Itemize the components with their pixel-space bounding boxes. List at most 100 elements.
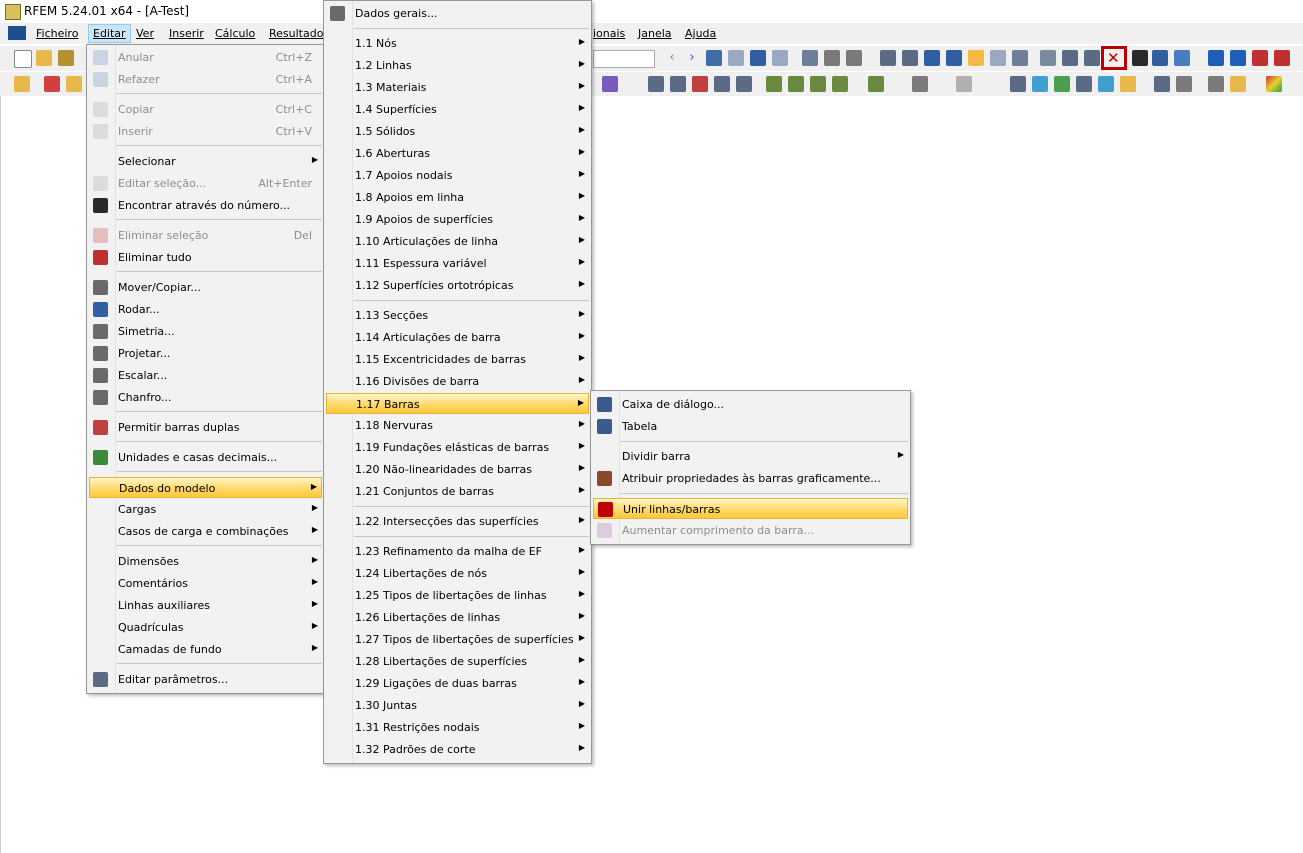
menu-item-1-16-divisoes-de-barra[interactable]: 1.16 Divisões de barra ▶ <box>326 371 589 392</box>
solid-view-icon[interactable] <box>1054 76 1070 92</box>
menu-item-cargas[interactable]: Cargas ▶ <box>89 499 322 520</box>
view-x-icon[interactable] <box>766 76 782 92</box>
menu-ajuda[interactable]: Ajuda <box>685 27 716 40</box>
axis-icon[interactable] <box>868 76 884 92</box>
menu-editar[interactable]: Editar <box>88 24 131 43</box>
section-icon[interactable] <box>956 76 972 92</box>
grid-icon[interactable] <box>846 50 862 66</box>
model-icon[interactable] <box>58 50 74 66</box>
frame-icon[interactable] <box>824 50 840 66</box>
menu-item-1-8-apoios-em-linha[interactable]: 1.8 Apoios em linha ▶ <box>326 187 589 208</box>
menu-item-atribuir-propriedades-as-barras-graficamente[interactable]: Atribuir propriedades às barras graficam… <box>593 468 908 489</box>
menu-item-1-9-apoios-de-superficies[interactable]: 1.9 Apoios de superfícies ▶ <box>326 209 589 230</box>
node-icon[interactable] <box>924 50 940 66</box>
line-icon[interactable] <box>946 50 962 66</box>
menu-item-1-32-padroes-de-corte[interactable]: 1.32 Padrões de corte ▶ <box>326 739 589 760</box>
menu-item-unidades-e-casas-decimais[interactable]: Unidades e casas decimais... <box>89 447 322 468</box>
color-scale-icon[interactable] <box>1266 76 1282 92</box>
table-view-icon[interactable] <box>1208 76 1224 92</box>
results-icon[interactable] <box>1208 50 1224 66</box>
menu-adicionais[interactable]: ionais <box>593 27 625 40</box>
menu-item-1-19-fundacoes-elasticas-de-barras[interactable]: 1.19 Fundações elásticas de barras ▶ <box>326 437 589 458</box>
move-copy-tool-icon[interactable] <box>1040 50 1056 66</box>
grid-view-icon[interactable] <box>1176 76 1192 92</box>
menu-item-1-2-linhas[interactable]: 1.2 Linhas ▶ <box>326 55 589 76</box>
menu-item-1-13-seccoes[interactable]: 1.13 Secções ▶ <box>326 305 589 326</box>
view-minus-x-icon[interactable] <box>832 76 848 92</box>
view-z-icon[interactable] <box>810 76 826 92</box>
menu-item-1-30-juntas[interactable]: 1.30 Juntas ▶ <box>326 695 589 716</box>
open-folder-icon[interactable] <box>36 50 52 66</box>
menu-item-rodar[interactable]: Rodar... <box>89 299 322 320</box>
menu-item-dados-do-modelo[interactable]: Dados do modelo ▶ <box>89 477 322 498</box>
menu-item-1-18-nervuras[interactable]: 1.18 Nervuras ▶ <box>326 415 589 436</box>
menu-item-dados-gerais[interactable]: Dados gerais... <box>326 3 589 24</box>
menu-item-escalar[interactable]: Escalar... <box>89 365 322 386</box>
menu-item-1-27-tipos-de-libertacoes-de-superficies[interactable]: 1.27 Tipos de libertações de superfícies… <box>326 629 589 650</box>
menu-item-comentarios[interactable]: Comentários ▶ <box>89 573 322 594</box>
polyline-insert-icon[interactable] <box>66 76 82 92</box>
eye-icon[interactable] <box>750 50 766 66</box>
measure-icon[interactable] <box>1098 76 1114 92</box>
menu-item-camadas-de-fundo[interactable]: Camadas de fundo ▶ <box>89 639 322 660</box>
solid-icon[interactable] <box>1012 50 1028 66</box>
divide-icon[interactable] <box>1132 50 1148 66</box>
menu-item-1-7-apoios-nodais[interactable]: 1.7 Apoios nodais ▶ <box>326 165 589 186</box>
report-icon[interactable] <box>1274 50 1290 66</box>
zoom-window-icon[interactable] <box>692 76 708 92</box>
render-icon[interactable] <box>802 50 818 66</box>
menu-item-chanfro[interactable]: Chanfro... <box>89 387 322 408</box>
dimension-icon[interactable] <box>1010 76 1026 92</box>
menu-calculo[interactable]: Cálculo <box>215 27 255 40</box>
select-icon[interactable] <box>902 50 918 66</box>
rotate-tool-icon[interactable] <box>1062 50 1078 66</box>
menu-item-1-31-restricoes-nodais[interactable]: 1.31 Restrições nodais ▶ <box>326 717 589 738</box>
menu-item-projetar[interactable]: Projetar... <box>89 343 322 364</box>
menu-item-1-23-refinamento-da-malha-de-ef[interactable]: 1.23 Refinamento da malha de EF ▶ <box>326 541 589 562</box>
menu-item-1-1-nos[interactable]: 1.1 Nós ▶ <box>326 33 589 54</box>
result-view-icon[interactable] <box>1076 76 1092 92</box>
menu-item-1-24-libertacoes-de-nos[interactable]: 1.24 Libertações de nós ▶ <box>326 563 589 584</box>
table-tool-icon[interactable] <box>1174 50 1190 66</box>
next-icon[interactable]: › <box>684 50 700 66</box>
zoom-icon[interactable] <box>670 76 686 92</box>
node-insert-icon[interactable] <box>14 76 30 92</box>
xxx-icon[interactable] <box>772 50 788 66</box>
menu-item-1-11-espessura-variavel[interactable]: 1.11 Espessura variável ▶ <box>326 253 589 274</box>
filter-icon[interactable] <box>648 76 664 92</box>
menu-resultados[interactable]: Resultados <box>269 27 329 40</box>
menu-item-dimensoes[interactable]: Dimensões ▶ <box>89 551 322 572</box>
previous-icon[interactable]: ‹ <box>664 50 680 66</box>
support-icon[interactable] <box>602 76 618 92</box>
menu-item-1-22-interseccoes-das-superficies[interactable]: 1.22 Intersecções das superfícies ▶ <box>326 511 589 532</box>
menu-item-eliminar-tudo[interactable]: Eliminar tudo <box>89 247 322 268</box>
connect-icon[interactable] <box>1152 50 1168 66</box>
menu-item-1-3-materiais[interactable]: 1.3 Materiais ▶ <box>326 77 589 98</box>
menu-inserir[interactable]: Inserir <box>169 27 204 40</box>
menu-item-1-12-superficies-ortotropicas[interactable]: 1.12 Superfícies ortotrópicas ▶ <box>326 275 589 296</box>
join-lines-toolbar-button[interactable]: ✕ <box>1101 46 1127 70</box>
menu-janela[interactable]: Janela <box>638 27 672 40</box>
menu-item-simetria[interactable]: Simetria... <box>89 321 322 342</box>
surface-icon[interactable] <box>990 50 1006 66</box>
menu-item-mover-copiar[interactable]: Mover/Copiar... <box>89 277 322 298</box>
menu-item-1-6-aberturas[interactable]: 1.6 Aberturas ▶ <box>326 143 589 164</box>
surface-view-icon[interactable] <box>1032 76 1048 92</box>
menu-item-selecionar[interactable]: Selecionar ▶ <box>89 151 322 172</box>
menu-item-1-25-tipos-de-libertacoes-de-linhas[interactable]: 1.25 Tipos de libertações de linhas ▶ <box>326 585 589 606</box>
menu-item-casos-de-carga-e-combinacoes[interactable]: Casos de carga e combinações ▶ <box>89 521 322 542</box>
menu-item-1-26-libertacoes-de-linhas[interactable]: 1.26 Libertações de linhas ▶ <box>326 607 589 628</box>
menu-item-linhas-auxiliares[interactable]: Linhas auxiliares ▶ <box>89 595 322 616</box>
menu-item-1-5-solidos[interactable]: 1.5 Sólidos ▶ <box>326 121 589 142</box>
menu-ver[interactable]: Ver <box>136 27 154 40</box>
menu-item-quadriculas[interactable]: Quadrículas ▶ <box>89 617 322 638</box>
line-insert-icon[interactable] <box>44 76 60 92</box>
menu-item-unir-linhas-barras[interactable]: Unir linhas/barras <box>593 498 908 519</box>
menu-item-1-14-articulacoes-de-barra[interactable]: 1.14 Articulações de barra ▶ <box>326 327 589 348</box>
iso-view-icon[interactable] <box>714 76 730 92</box>
layer-icon[interactable] <box>1120 76 1136 92</box>
snap-icon[interactable] <box>968 50 984 66</box>
menu-item-tabela[interactable]: Tabela <box>593 416 908 437</box>
menu-item-1-29-ligacoes-de-duas-barras[interactable]: 1.29 Ligações de duas barras ▶ <box>326 673 589 694</box>
menu-item-encontrar-atraves-do-numero[interactable]: Encontrar através do número... <box>89 195 322 216</box>
